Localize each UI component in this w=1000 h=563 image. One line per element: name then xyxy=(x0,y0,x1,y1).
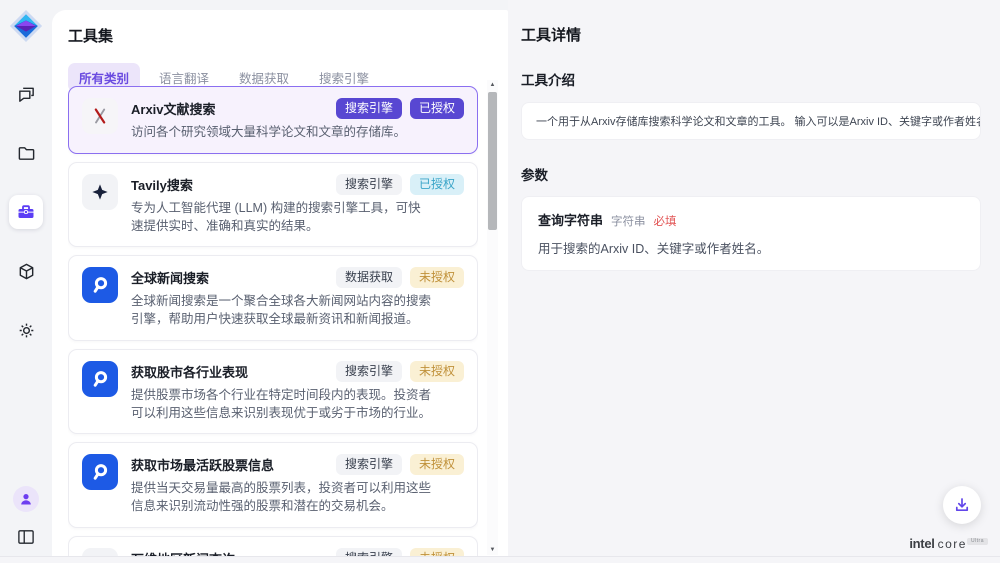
sparkle-icon xyxy=(82,174,118,210)
ultra-badge: Ultra xyxy=(967,538,988,545)
param-name: 查询字符串 xyxy=(538,210,603,229)
scroll-down-arrow[interactable]: ▼ xyxy=(487,545,498,555)
arxiv-logo-icon xyxy=(82,98,118,134)
auth-status-badge: 未授权 xyxy=(410,361,464,382)
rail-nav xyxy=(9,77,43,347)
intel-wordmark: intel xyxy=(909,536,934,551)
collapse-panel-icon[interactable] xyxy=(14,525,38,549)
detail-title: 工具详情 xyxy=(521,24,981,45)
window-bottom-edge xyxy=(0,556,1000,563)
tool-card[interactable]: 获取市场最活跃股票信息 提供当天交易量最高的股票列表，投资者可以利用这些信息来识… xyxy=(68,442,478,528)
scroll-up-arrow[interactable]: ▲ xyxy=(487,80,498,90)
param-description: 用于搜索的Arxiv ID、关键字或作者姓名。 xyxy=(538,238,964,257)
tool-card[interactable]: Arxiv文献搜索 访问各个研究领域大量科学论文和文章的存储库。 搜索引擎 已授… xyxy=(68,86,478,154)
tool-list-panel: 工具集 所有类别语言翻译数据获取搜索引擎 Arxiv文献搜索 访问各个研究领域大… xyxy=(52,10,508,563)
tool-description: 访问各个研究领域大量科学论文和文章的存储库。 xyxy=(131,124,433,142)
category-badge: 搜索引擎 xyxy=(336,454,402,475)
category-badge: 搜索引擎 xyxy=(336,361,402,382)
search-app-icon xyxy=(82,267,118,303)
intro-card: 一个用于从Arxiv存储库搜索科学论文和文章的工具。 输入可以是Arxiv ID… xyxy=(521,102,981,140)
auth-status-badge: 已授权 xyxy=(410,98,464,119)
download-button[interactable] xyxy=(943,486,981,524)
app-window: 工具集 所有类别语言翻译数据获取搜索引擎 Arxiv文献搜索 访问各个研究领域大… xyxy=(0,0,1000,563)
params-heading: 参数 xyxy=(521,164,981,184)
category-badge: 数据获取 xyxy=(336,267,402,288)
tool-card-list: Arxiv文献搜索 访问各个研究领域大量科学论文和文章的存储库。 搜索引擎 已授… xyxy=(68,86,478,563)
folder-icon[interactable] xyxy=(9,136,43,170)
toolbox-icon[interactable] xyxy=(9,195,43,229)
auth-status-badge: 未授权 xyxy=(410,267,464,288)
tool-description: 专为人工智能代理 (LLM) 构建的搜索引擎工具，可快速提供实时、准确和真实的结… xyxy=(131,200,433,236)
app-logo-icon xyxy=(9,9,43,43)
tool-card[interactable]: Tavily搜索 专为人工智能代理 (LLM) 构建的搜索引擎工具，可快速提供实… xyxy=(68,162,478,248)
category-badge: 搜索引擎 xyxy=(336,98,402,119)
param-required-badge: 必填 xyxy=(654,213,677,229)
left-rail xyxy=(0,0,52,563)
intel-core-logo: intel core Ultra xyxy=(909,536,988,552)
param-head: 查询字符串 字符串 必填 xyxy=(538,210,964,229)
tool-card[interactable]: 全球新闻搜索 全球新闻搜索是一个聚合全球各大新闻网站内容的搜索引擎，帮助用户快速… xyxy=(68,255,478,341)
param-type: 字符串 xyxy=(611,213,646,229)
settings-icon[interactable] xyxy=(9,313,43,347)
param-card: 查询字符串 字符串 必填 用于搜索的Arxiv ID、关键字或作者姓名。 xyxy=(521,196,981,271)
intro-heading: 工具介绍 xyxy=(521,69,981,89)
search-app-icon xyxy=(82,454,118,490)
auth-status-badge: 未授权 xyxy=(410,454,464,475)
cube-icon[interactable] xyxy=(9,254,43,288)
core-wordmark: core xyxy=(938,537,967,551)
rail-bottom xyxy=(13,486,39,549)
user-avatar-icon[interactable] xyxy=(13,486,39,512)
scrollbar-thumb[interactable] xyxy=(488,92,497,230)
category-badge: 搜索引擎 xyxy=(336,174,402,195)
chat-icon[interactable] xyxy=(9,77,43,111)
page-title: 工具集 xyxy=(68,25,508,46)
auth-status-badge: 已授权 xyxy=(410,174,464,195)
download-icon xyxy=(953,496,971,514)
search-app-icon xyxy=(82,361,118,397)
tool-detail-panel: 工具详情 工具介绍 一个用于从Arxiv存储库搜索科学论文和文章的工具。 输入可… xyxy=(508,0,1000,563)
tool-card[interactable]: 获取股市各行业表现 提供股票市场各个行业在特定时间段内的表现。投资者可以利用这些… xyxy=(68,349,478,435)
tool-description: 全球新闻搜索是一个聚合全球各大新闻网站内容的搜索引擎，帮助用户快速获取全球最新资… xyxy=(131,293,433,329)
tool-description: 提供股票市场各个行业在特定时间段内的表现。投资者可以利用这些信息来识别表现优于或… xyxy=(131,387,433,423)
tool-description: 提供当天交易量最高的股票列表，投资者可以利用这些信息来识别流动性强的股票和潜在的… xyxy=(131,480,433,516)
list-scrollbar: ▲ ▼ xyxy=(487,80,498,555)
